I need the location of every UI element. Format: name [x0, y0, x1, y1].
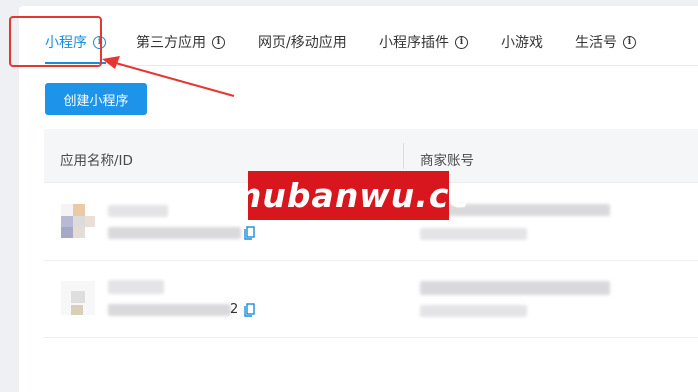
tab-label: 生活号	[575, 35, 617, 51]
copy-icon[interactable]	[244, 303, 255, 317]
tab-mini-game[interactable]: 小游戏	[501, 32, 543, 52]
app-avatar	[61, 204, 95, 238]
app-name-redacted	[108, 205, 168, 217]
copy-icon[interactable]	[244, 226, 255, 240]
tab-label: 网页/移动应用	[258, 35, 347, 51]
column-header-app-name: 应用名称/ID	[60, 153, 133, 169]
annotation-arrow-icon	[102, 56, 235, 97]
annotation-highlight-box	[9, 16, 102, 67]
info-icon[interactable]: i	[212, 35, 225, 49]
column-divider	[403, 143, 404, 169]
merchant-detail-redacted	[420, 228, 527, 240]
info-icon[interactable]: i	[455, 35, 468, 49]
tab-life-account[interactable]: 生活号 i	[575, 32, 636, 52]
column-header-merchant-account: 商家账号	[420, 153, 474, 169]
app-avatar	[61, 281, 95, 315]
app-id-redacted	[108, 227, 241, 239]
tab-web-mobile-app[interactable]: 网页/移动应用	[258, 32, 347, 52]
tab-mini-program-plugin[interactable]: 小程序插件 i	[379, 32, 468, 52]
info-icon[interactable]: i	[623, 35, 636, 49]
table-row[interactable]: 2	[44, 261, 698, 338]
tab-label: 小程序插件	[379, 35, 449, 51]
merchant-detail-redacted	[420, 305, 527, 317]
app-id-visible-suffix: 2	[230, 302, 239, 317]
tab-label: 小游戏	[501, 35, 543, 51]
merchant-account-redacted	[420, 281, 610, 295]
app-name-redacted	[108, 280, 164, 294]
watermark: mubanwu.cc	[227, 171, 469, 220]
app-id-redacted	[108, 304, 231, 316]
